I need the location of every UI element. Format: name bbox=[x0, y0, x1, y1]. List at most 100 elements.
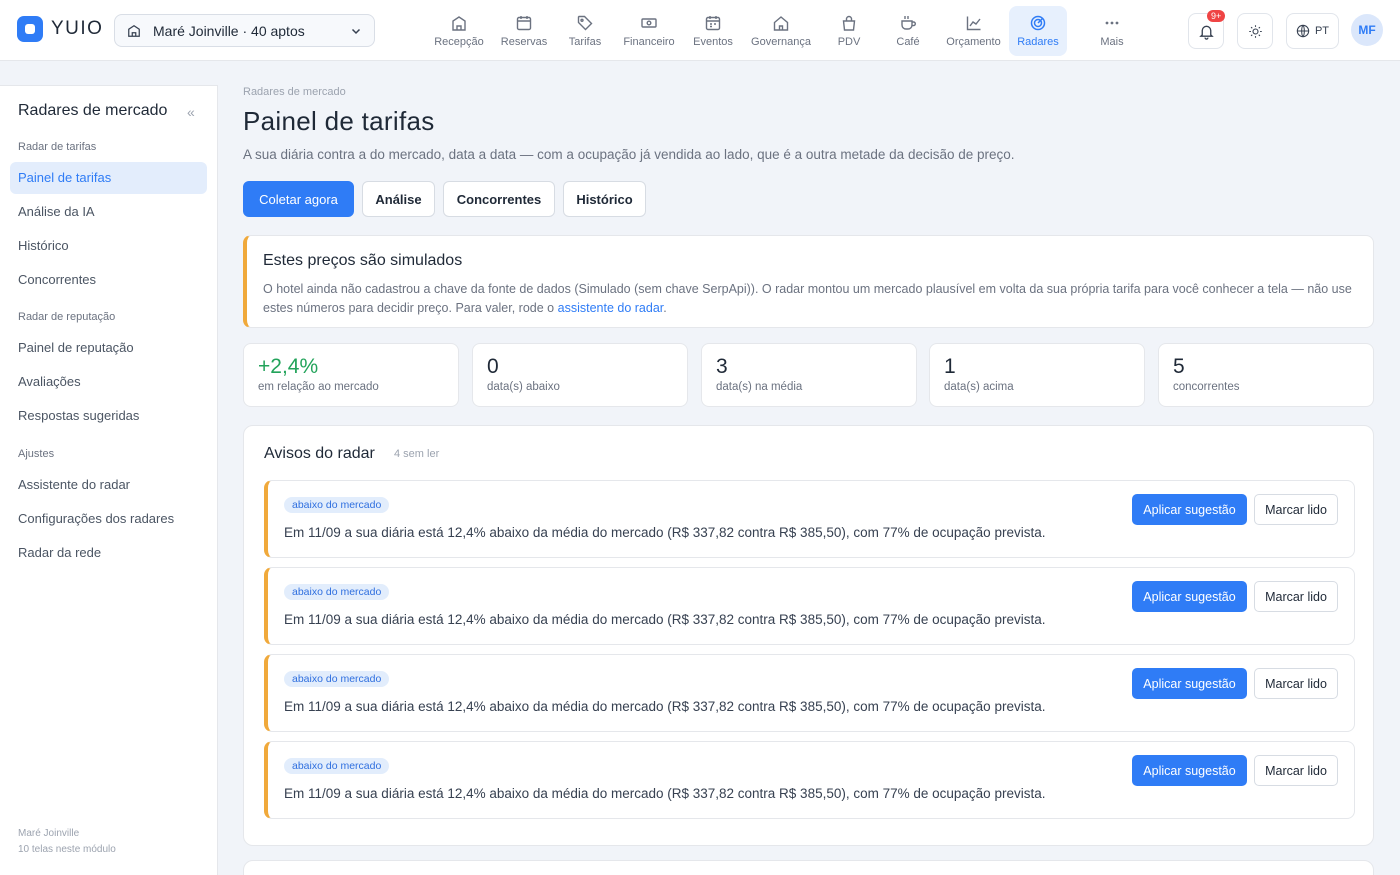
nav-item-financeiro[interactable]: Financeiro bbox=[614, 6, 684, 56]
sidebar-section-title: Radar de reputação bbox=[18, 311, 116, 323]
nav-label: Eventos bbox=[693, 36, 733, 48]
notice-item: abaixo do mercado Em 11/09 a sua diária … bbox=[264, 741, 1355, 819]
stat-value: 1 bbox=[944, 355, 956, 378]
stat-label: concorrentes bbox=[1173, 381, 1240, 393]
sidebar-item-painel-de-tarifas[interactable]: Painel de tarifas bbox=[10, 162, 207, 194]
main-nav: Recepção Reservas Tarifas Financeiro Eve… bbox=[426, 6, 1157, 56]
notice-item: abaixo do mercado Em 11/09 a sua diária … bbox=[264, 480, 1355, 558]
apply-suggestion-button[interactable]: Aplicar sugestão bbox=[1132, 494, 1247, 525]
coffee-icon bbox=[901, 16, 916, 30]
bell-icon bbox=[1198, 25, 1214, 40]
nav-item-recepcao[interactable]: Recepção bbox=[426, 6, 492, 56]
nav-item-reservas[interactable]: Reservas bbox=[492, 6, 556, 56]
analysis-button[interactable]: Análise bbox=[362, 181, 435, 217]
nav-label: Orçamento bbox=[946, 36, 1001, 48]
alert-title: Estes preços são simulados bbox=[263, 252, 463, 269]
page-subtitle: A sua diária contra a do mercado, data a… bbox=[243, 147, 1015, 162]
sidebar-item-concorrentes[interactable]: Concorrentes bbox=[10, 264, 207, 296]
radar-notices-panel: Avisos do radar 4 sem ler abaixo do merc… bbox=[243, 425, 1374, 846]
sidebar-item-assistente-do-radar[interactable]: Assistente do radar bbox=[10, 469, 207, 501]
sidebar-item-respostas-sugeridas[interactable]: Respostas sugeridas bbox=[10, 400, 207, 432]
collapse-icon[interactable]: « bbox=[187, 104, 195, 120]
breadcrumb[interactable]: Radares de mercado bbox=[243, 86, 346, 98]
apply-suggestion-button[interactable]: Aplicar sugestão bbox=[1132, 755, 1247, 786]
sidebar-item-painel-de-reputacao[interactable]: Painel de reputação bbox=[10, 332, 207, 364]
nav-item-eventos[interactable]: Eventos bbox=[684, 6, 742, 56]
mark-read-button[interactable]: Marcar lido bbox=[1254, 494, 1338, 525]
panel-title: Avisos do radar bbox=[264, 445, 375, 462]
sidebar-title: Radares de mercado bbox=[18, 102, 168, 119]
sidebar-item-avaliacoes[interactable]: Avaliações bbox=[10, 366, 207, 398]
competitors-button[interactable]: Concorrentes bbox=[443, 181, 555, 217]
notice-tag: abaixo do mercado bbox=[284, 758, 390, 774]
sidebar: Radares de mercado « Radar de tarifas Pa… bbox=[0, 85, 218, 875]
stat-label: em relação ao mercado bbox=[258, 381, 379, 393]
user-avatar[interactable]: MF bbox=[1351, 14, 1383, 46]
more-icon bbox=[1105, 21, 1119, 25]
stat-card-average: 3 data(s) na média bbox=[701, 343, 917, 407]
footer-hotel: Maré Joinville bbox=[18, 828, 80, 839]
simulated-prices-alert: Estes preços são simulados O hotel ainda… bbox=[243, 235, 1374, 328]
sidebar-item-analise-da-ia[interactable]: Análise da IA bbox=[10, 196, 207, 228]
alert-body: O hotel ainda não cadastrou a chave da f… bbox=[263, 282, 1352, 315]
nav-item-radares[interactable]: Radares bbox=[1009, 6, 1067, 56]
sidebar-footer: Maré Joinville 10 telas neste módulo bbox=[18, 826, 116, 858]
sidebar-section-title: Radar de tarifas bbox=[18, 141, 97, 153]
collect-now-button[interactable]: Coletar agora bbox=[243, 181, 354, 217]
page-title: Painel de tarifas bbox=[243, 106, 435, 136]
tag-icon bbox=[577, 15, 593, 31]
calendar-icon bbox=[516, 16, 532, 31]
nav-item-pdv[interactable]: PDV bbox=[820, 6, 878, 56]
theme-toggle-button[interactable] bbox=[1237, 13, 1273, 49]
stat-card-competitors: 5 concorrentes bbox=[1158, 343, 1374, 407]
nav-item-mais[interactable]: Mais bbox=[1067, 6, 1157, 56]
nav-label: Reservas bbox=[500, 36, 548, 48]
mark-read-button[interactable]: Marcar lido bbox=[1254, 581, 1338, 612]
notifications-button[interactable]: 9+ bbox=[1188, 10, 1226, 49]
logo-mark-icon bbox=[17, 16, 43, 42]
notice-text: Em 11/09 a sua diária está 12,4% abaixo … bbox=[284, 786, 1046, 801]
nav-item-tarifas[interactable]: Tarifas bbox=[556, 6, 614, 56]
notice-item: abaixo do mercado Em 11/09 a sua diária … bbox=[264, 567, 1355, 645]
sun-icon bbox=[1248, 24, 1262, 38]
apply-suggestion-button[interactable]: Aplicar sugestão bbox=[1132, 668, 1247, 699]
stat-label: data(s) abaixo bbox=[487, 381, 560, 393]
nav-item-cafe[interactable]: Café bbox=[878, 6, 938, 56]
stat-value: +2,4% bbox=[258, 355, 319, 378]
radar-assistant-link[interactable]: assistente do radar bbox=[558, 301, 664, 315]
home-icon bbox=[773, 16, 789, 31]
nav-label: Recepção bbox=[434, 36, 484, 48]
nav-item-orcamento[interactable]: Orçamento bbox=[938, 6, 1009, 56]
mark-read-button[interactable]: Marcar lido bbox=[1254, 755, 1338, 786]
language-selector[interactable]: PT bbox=[1286, 13, 1339, 49]
notice-item: abaixo do mercado Em 11/09 a sua diária … bbox=[264, 654, 1355, 732]
sidebar-item-historico[interactable]: Histórico bbox=[10, 230, 207, 262]
event-calendar-icon bbox=[705, 16, 721, 31]
top-bar: YUIO Maré Joinville · 40 aptos Recepção … bbox=[0, 0, 1400, 61]
nav-label: Tarifas bbox=[568, 36, 602, 48]
mark-read-button[interactable]: Marcar lido bbox=[1254, 668, 1338, 699]
stat-card-market-diff: +2,4% em relação ao mercado bbox=[243, 343, 459, 407]
stat-label: data(s) na média bbox=[716, 381, 803, 393]
stat-card-above: 1 data(s) acima bbox=[929, 343, 1145, 407]
language-label: PT bbox=[1314, 25, 1330, 37]
shopping-bag-icon bbox=[842, 15, 856, 31]
nav-label: Café bbox=[896, 36, 920, 48]
stat-card-below: 0 data(s) abaixo bbox=[472, 343, 688, 407]
app-logo[interactable]: YUIO bbox=[17, 16, 103, 42]
nav-item-governanca[interactable]: Governança bbox=[742, 6, 820, 56]
notice-text: Em 11/09 a sua diária está 12,4% abaixo … bbox=[284, 612, 1046, 627]
stat-label: data(s) acima bbox=[944, 381, 1014, 393]
sidebar-item-configuracoes[interactable]: Configurações dos radares bbox=[10, 503, 207, 535]
radar-icon bbox=[1030, 15, 1046, 31]
hotel-selector-label: Maré Joinville · 40 aptos bbox=[153, 22, 305, 39]
hotel-selector[interactable]: Maré Joinville · 40 aptos bbox=[114, 14, 375, 47]
history-button[interactable]: Histórico bbox=[563, 181, 646, 217]
footer-count: 10 telas neste módulo bbox=[18, 844, 116, 855]
stat-value: 3 bbox=[716, 355, 728, 378]
sidebar-item-radar-da-rede[interactable]: Radar da rede bbox=[10, 537, 207, 569]
notice-tag: abaixo do mercado bbox=[284, 671, 390, 687]
chart-line-icon bbox=[966, 16, 981, 31]
apply-suggestion-button[interactable]: Aplicar sugestão bbox=[1132, 581, 1247, 612]
notice-tag: abaixo do mercado bbox=[284, 584, 390, 600]
